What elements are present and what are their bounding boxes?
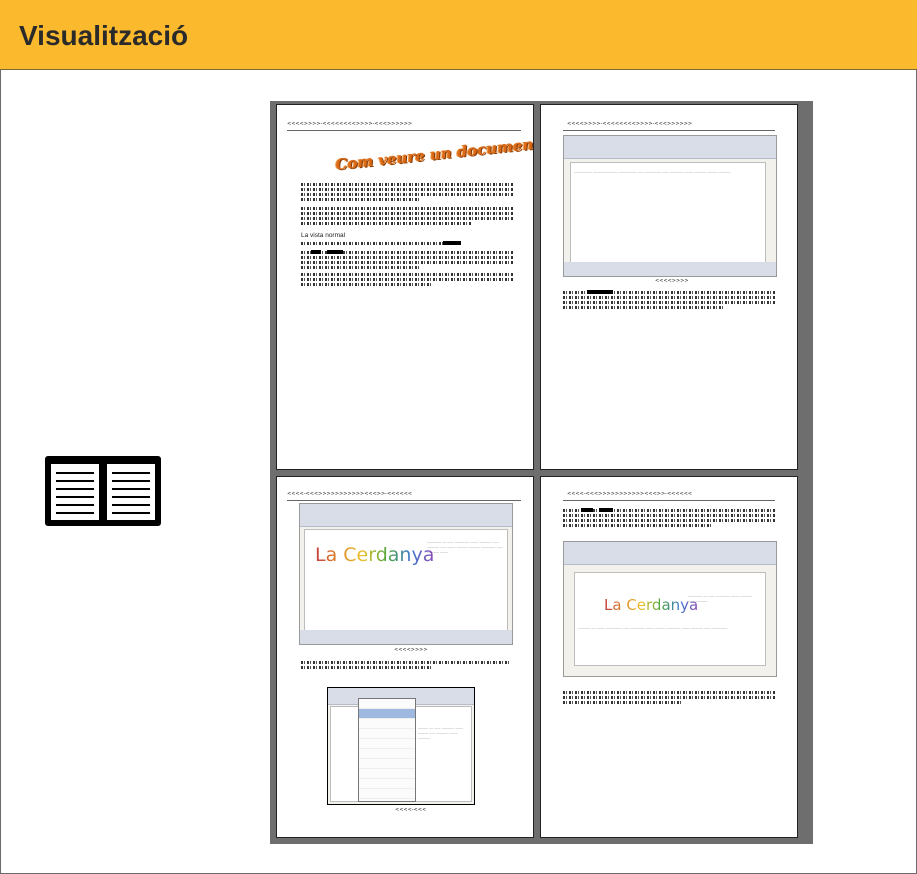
text-line bbox=[563, 514, 775, 517]
running-head: <<<<-<<<>>>>>>>>>>><<<>>-<<<<<< bbox=[567, 491, 693, 497]
text-line bbox=[563, 701, 683, 704]
text-line bbox=[301, 188, 513, 191]
word-screenshot: _________ ____________ _________ ___ ___… bbox=[563, 135, 777, 277]
text-line bbox=[301, 198, 421, 201]
redaction-block bbox=[599, 508, 613, 512]
context-menu-screenshot: ​​​ ​​​ ​​​ ​ _____ __ ___ ______ ____ _… bbox=[327, 687, 475, 805]
running-head: <<<<>>>>-<<<<<<<<>>>>-<<<>>>>>> bbox=[287, 121, 413, 127]
text-line bbox=[301, 183, 513, 186]
text-line bbox=[301, 261, 513, 264]
section-header: Visualització bbox=[0, 0, 917, 70]
figure-caption: <<<<-<<< bbox=[395, 807, 427, 813]
text-line bbox=[301, 661, 511, 664]
word-screenshot: La Cerdanya _______ __ ___ _______ ____ … bbox=[563, 541, 777, 677]
text-line bbox=[301, 193, 513, 196]
redaction-block bbox=[327, 250, 343, 254]
redaction-block bbox=[311, 250, 321, 254]
text-line bbox=[563, 296, 775, 299]
figure-caption: <<<<>>>> bbox=[394, 647, 428, 653]
text-line bbox=[301, 266, 421, 269]
preview-page-2[interactable]: <<<<>>>>-<<<<<<<<>>>>-<<<>>>>>> ________… bbox=[540, 104, 798, 470]
text-line bbox=[563, 301, 775, 304]
text-line bbox=[301, 273, 513, 276]
text-line bbox=[301, 212, 513, 215]
preview-page-1[interactable]: <<<<>>>>-<<<<<<<<>>>>-<<<>>>>>> Com veur… bbox=[276, 104, 534, 470]
text-line bbox=[301, 242, 461, 245]
open-book-icon bbox=[45, 456, 161, 526]
text-line bbox=[563, 696, 775, 699]
text-line bbox=[301, 278, 513, 281]
la-cerdanya-logo: La Cerdanya bbox=[604, 596, 699, 614]
divider bbox=[287, 130, 521, 131]
text-line bbox=[301, 217, 513, 220]
text-line bbox=[563, 509, 775, 512]
text-line bbox=[563, 691, 775, 694]
figure-caption: <<<<>>>> bbox=[655, 278, 689, 284]
text-line bbox=[563, 306, 723, 309]
text-line bbox=[301, 207, 513, 210]
running-head: <<<<-<<<>>>>>>>>>>><<<>>-<<<<<< bbox=[287, 491, 413, 497]
text-line bbox=[301, 256, 513, 259]
word-screenshot: La Cerdanya _______ __ ___ _______ ____ … bbox=[299, 503, 513, 645]
redaction-block bbox=[581, 508, 593, 512]
text-line bbox=[563, 519, 775, 522]
text-line bbox=[301, 666, 431, 669]
running-head: <<<<>>>>-<<<<<<<<>>>>-<<<>>>>>> bbox=[567, 121, 693, 127]
divider bbox=[563, 500, 775, 501]
text-line bbox=[563, 524, 713, 527]
context-menu: ​​​ ​​​ ​​​ ​ bbox=[358, 698, 416, 802]
divider bbox=[287, 500, 521, 501]
redaction-block bbox=[587, 290, 613, 294]
preview-page-4[interactable]: <<<<-<<<>>>>>>>>>>><<<>>-<<<<<< La Cerda… bbox=[540, 476, 798, 838]
divider bbox=[563, 130, 775, 131]
wordart-title: Com veure un document bbox=[334, 134, 534, 174]
text-line bbox=[301, 222, 471, 225]
subheading: La vista normal bbox=[301, 232, 346, 239]
text-line bbox=[301, 283, 431, 286]
section-title: Visualització bbox=[19, 20, 189, 51]
la-cerdanya-logo: La Cerdanya bbox=[315, 544, 435, 566]
redaction-block bbox=[443, 241, 461, 245]
preview-page-3[interactable]: <<<<-<<<>>>>>>>>>>><<<>>-<<<<<< La Cerda… bbox=[276, 476, 534, 838]
